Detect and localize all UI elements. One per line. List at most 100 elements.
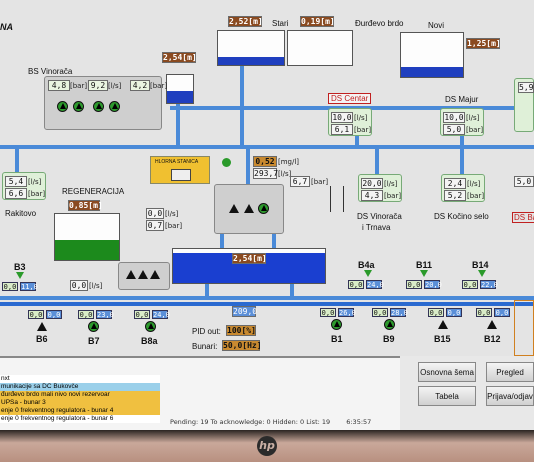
tabela-button[interactable]: Tabela — [418, 386, 476, 406]
well-b8a-v1: 0,0 — [134, 310, 150, 319]
well-b9-v1: 0,0 — [372, 308, 388, 317]
regen-pump-2-icon[interactable] — [138, 270, 148, 279]
ds-majur-pressure: 5,0 — [443, 124, 465, 135]
well-b3-pump-icon[interactable] — [16, 272, 24, 279]
well-b11-v1: 0,0 — [406, 280, 422, 289]
bunari-label: Bunari: — [192, 342, 218, 351]
ds-centar-pressure: 6,1 — [331, 124, 353, 135]
bs-pump-2-icon[interactable] — [73, 101, 84, 112]
well-b14-pump-icon[interactable] — [478, 270, 486, 277]
regeneracija-tank[interactable] — [54, 213, 120, 261]
novi-label: Novi — [428, 21, 445, 30]
well-b15-v1: 0,0 — [428, 308, 444, 317]
well-b3-v1: 0,0 — [2, 282, 18, 291]
well-b7-pump-icon[interactable] — [88, 321, 99, 332]
mid-tank[interactable] — [166, 74, 194, 104]
regeneracija-pressure: 0,7 — [146, 220, 164, 231]
well-b7-v2: 23,0 — [96, 310, 114, 319]
chlorine-unit: [mg/l] — [278, 158, 300, 166]
bs-vinoraca-unit2: [bar] — [150, 82, 168, 90]
well-b7-label[interactable]: B7 — [88, 336, 100, 346]
regen-pump-1-icon[interactable] — [126, 270, 136, 279]
well-b6-v2: 0,0 — [46, 310, 62, 319]
regeneracija-flow: 0,0 — [146, 208, 164, 219]
well-b12-label[interactable]: B12 — [484, 334, 501, 344]
app-title: NA — [0, 22, 13, 32]
alarm-row-4[interactable]: enje 0 frekventnog regulatora - bunar 4 — [0, 407, 160, 415]
well-b1-label[interactable]: B1 — [331, 334, 343, 344]
well-b6-pump-icon[interactable] — [37, 322, 47, 331]
well-b8a-label[interactable]: B8a — [141, 336, 158, 346]
ds-kocino-unit-flow: [l/s] — [467, 180, 481, 188]
well-b3-v2: 11,0 — [20, 282, 38, 291]
well-b11-label[interactable]: B11 — [416, 260, 432, 270]
pid-out-label: PID out: — [192, 327, 221, 336]
alarm-row-1[interactable]: munikacije sa DC Bukovče — [0, 383, 160, 391]
stari2-reservoir[interactable] — [287, 30, 353, 66]
novi-reservoir[interactable] — [400, 32, 464, 78]
clock: 6:35:57 — [346, 418, 372, 426]
well-b12-pump-icon[interactable] — [487, 320, 497, 329]
pid-out-value[interactable]: 100[%] — [226, 325, 256, 336]
bs-pump-4-icon[interactable] — [109, 101, 120, 112]
bs-pump-3-icon[interactable] — [93, 101, 104, 112]
treatment-pump-1-icon[interactable] — [229, 204, 239, 213]
wells-collector-pipe-2 — [0, 302, 534, 306]
well-b11-v2: 20,0 — [424, 280, 442, 289]
treatment-pressure: 6,7 — [290, 176, 310, 187]
ds-vinoraca-label2: i Trnava — [362, 223, 391, 232]
regeneracija-flow2: 0,0 — [70, 280, 88, 291]
well-b15-v2: 0,0 — [446, 308, 462, 317]
ds-majur-flow: 10,0 — [443, 112, 465, 123]
well-b4a-pump-icon[interactable] — [364, 270, 372, 277]
well-b15-pump-icon[interactable] — [438, 320, 448, 329]
rakitovo-label: Rakitovo — [5, 209, 37, 218]
well-b4a-v2: 24,0 — [366, 280, 384, 289]
well-b11-pump-icon[interactable] — [420, 270, 428, 277]
novi-level-value: 1,25[m] — [466, 38, 501, 49]
bs-pump-1-icon[interactable] — [57, 101, 68, 112]
alarm-row-0[interactable]: nxt — [0, 375, 160, 383]
bunari-value[interactable]: 50,0[Hz] — [222, 340, 262, 351]
treatment-pump-3-icon[interactable] — [258, 203, 269, 214]
regen-pump-3-icon[interactable] — [150, 270, 160, 279]
right-edge-label[interactable]: DS Ba — [512, 212, 534, 223]
ds-vinoraca-pressure: 4,3 — [361, 190, 383, 201]
bs-vinoraca-unit-flow: [l/s] — [108, 82, 122, 90]
well-b15-label[interactable]: B15 — [434, 334, 451, 344]
rakitovo-unit-pressure: [bar] — [28, 190, 46, 198]
chlorine-cylinders-icon — [171, 169, 191, 181]
ds-kocino-pressure: 5,2 — [444, 190, 466, 201]
well-b14-label[interactable]: B14 — [472, 260, 489, 270]
alarm-row-3[interactable]: UPSa - bunar 3 — [0, 399, 160, 407]
regeneracija-unit-flow2: [l/s] — [89, 282, 103, 290]
chlorine-station[interactable]: HLORNA STANICA — [150, 156, 210, 184]
alarm-row-5[interactable]: enje 0 frekventnog regulatora - bunar 6 — [0, 415, 160, 423]
ds-vinoraca-unit-flow: [l/s] — [384, 180, 398, 188]
well-b4a-label[interactable]: B4a — [358, 260, 375, 270]
status-bar: Pending: 19 To acknowledge: 0 Hidden: 0 … — [170, 418, 371, 426]
stari-reservoir[interactable] — [217, 30, 285, 66]
pregled-alarma-button[interactable]: Pregled alarm — [486, 362, 534, 397]
well-b9-label[interactable]: B9 — [383, 334, 395, 344]
treatment-flow-total: 293,7 — [253, 168, 279, 179]
bs-vinoraca-flow: 9,2 — [88, 80, 108, 91]
chlorine-label: HLORNA STANICA — [155, 159, 199, 165]
right-edge-value2: 5,0 — [514, 176, 534, 187]
well-b3-label[interactable]: B3 — [14, 262, 26, 272]
well-b6-label[interactable]: B6 — [36, 334, 48, 344]
well-b4a-v1: 0,0 — [348, 280, 364, 289]
regeneracija-label: REGENERACIJA — [62, 187, 125, 196]
prijava-button[interactable]: Prijava/odjav — [486, 386, 534, 406]
chlorine-pump-icon[interactable] — [222, 158, 231, 167]
osnovna-sema-button[interactable]: Osnovna šema — [418, 362, 476, 382]
ds-centar-label[interactable]: DS Centar — [328, 93, 372, 104]
well-b7-v1: 0,0 — [78, 310, 94, 319]
treatment-pump-2-icon[interactable] — [244, 204, 254, 213]
well-b9-pump-icon[interactable] — [384, 319, 395, 330]
well-b1-pump-icon[interactable] — [331, 319, 342, 330]
ds-kocino-flow: 2,4 — [444, 178, 466, 189]
bs-vinoraca-label: BS Vinorača — [28, 67, 73, 76]
well-b8a-pump-icon[interactable] — [145, 321, 156, 332]
alarm-row-2[interactable]: đurđevo brdo mali nivo novi rezervoar — [0, 391, 160, 399]
